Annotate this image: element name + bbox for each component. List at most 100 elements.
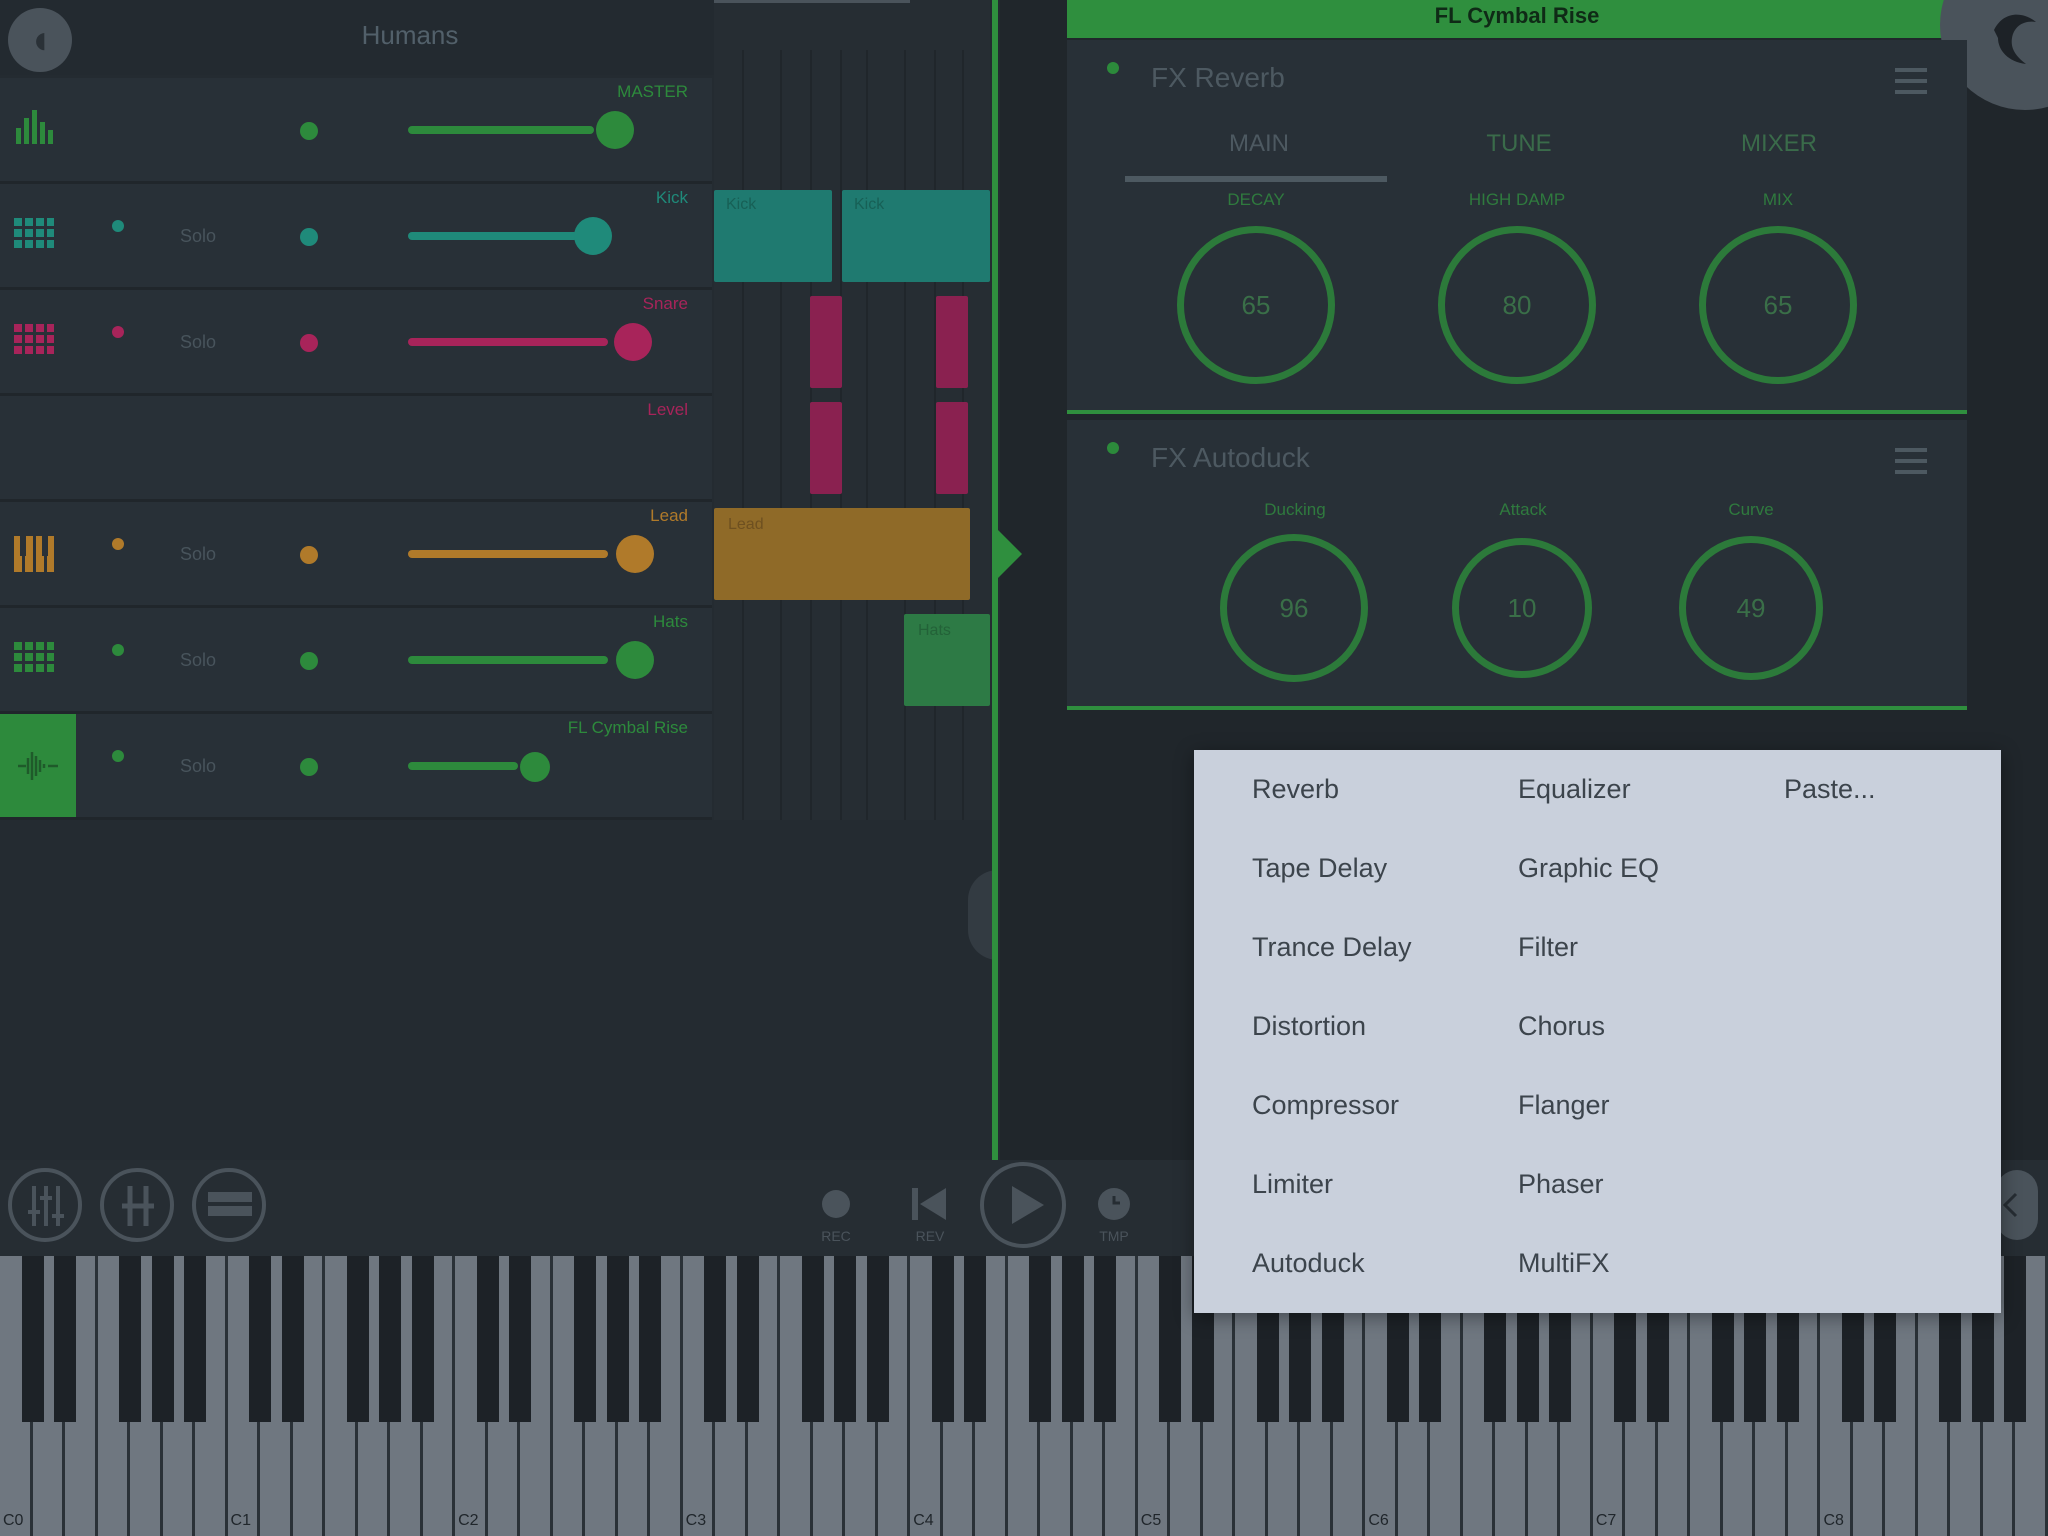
fx-reverb-panel[interactable]: FX Reverb MAIN TUNE MIXER DECAY 65 HIGH … — [1067, 40, 1967, 414]
black-key[interactable] — [346, 1256, 369, 1422]
play-button[interactable] — [980, 1162, 1066, 1248]
rewind-icon[interactable] — [912, 1188, 948, 1220]
black-key[interactable] — [964, 1256, 987, 1422]
black-key[interactable] — [1159, 1256, 1182, 1422]
menu-item-trance-delay[interactable]: Trance Delay — [1252, 932, 1412, 963]
mute-led[interactable] — [112, 538, 124, 550]
menu-item-equalizer[interactable]: Equalizer — [1518, 774, 1631, 805]
knob-high-damp[interactable]: 80 — [1438, 226, 1596, 384]
pan-knob[interactable] — [300, 758, 318, 776]
black-key[interactable] — [639, 1256, 662, 1422]
black-key[interactable] — [1029, 1256, 1052, 1422]
track-row-hats[interactable]: Hats Solo — [0, 608, 712, 714]
menu-item-graphic-eq[interactable]: Graphic EQ — [1518, 853, 1659, 884]
black-key[interactable] — [379, 1256, 402, 1422]
playhead-marker-icon[interactable] — [998, 530, 1022, 578]
channel-rack-button[interactable] — [100, 1168, 174, 1242]
black-key[interactable] — [184, 1256, 207, 1422]
black-key[interactable] — [801, 1256, 824, 1422]
add-effect-menu[interactable]: Reverb Tape Delay Trance Delay Distortio… — [1194, 750, 2001, 1313]
menu-item-compressor[interactable]: Compressor — [1252, 1090, 1399, 1121]
menu-item-limiter[interactable]: Limiter — [1252, 1169, 1333, 1200]
volume-slider[interactable] — [408, 126, 594, 134]
pan-knob[interactable] — [300, 122, 318, 140]
clip-level[interactable] — [810, 402, 842, 494]
black-key[interactable] — [866, 1256, 889, 1422]
knob-attack[interactable]: 10 — [1452, 538, 1592, 678]
volume-handle[interactable] — [616, 641, 654, 679]
track-row-level[interactable]: Level — [0, 396, 712, 502]
playlist-button[interactable] — [192, 1168, 266, 1242]
track-row-master[interactable]: MASTER — [0, 78, 712, 184]
black-key[interactable] — [151, 1256, 174, 1422]
fx-menu-icon[interactable] — [1895, 68, 1927, 94]
pan-knob[interactable] — [300, 546, 318, 564]
black-key[interactable] — [1094, 1256, 1117, 1422]
mute-led[interactable] — [112, 326, 124, 338]
track-row-fl-cymbal-rise[interactable]: FL Cymbal Rise Solo — [0, 714, 712, 820]
black-key[interactable] — [704, 1256, 727, 1422]
menu-item-chorus[interactable]: Chorus — [1518, 1011, 1605, 1042]
knob-curve[interactable]: 49 — [1679, 536, 1823, 680]
solo-button[interactable]: Solo — [180, 332, 216, 353]
track-row-lead[interactable]: Lead Solo — [0, 502, 712, 608]
black-key[interactable] — [606, 1256, 629, 1422]
menu-item-tape-delay[interactable]: Tape Delay — [1252, 853, 1387, 884]
solo-button[interactable]: Solo — [180, 544, 216, 565]
track-row-kick[interactable]: Kick Solo — [0, 184, 712, 290]
menu-item-autoduck[interactable]: Autoduck — [1252, 1248, 1365, 1279]
mixer-button[interactable] — [8, 1168, 82, 1242]
solo-button[interactable]: Solo — [180, 756, 216, 777]
menu-item-filter[interactable]: Filter — [1518, 932, 1578, 963]
black-key[interactable] — [54, 1256, 77, 1422]
mute-led[interactable] — [112, 750, 124, 762]
volume-slider[interactable] — [408, 762, 518, 770]
clip-hats[interactable]: Hats — [904, 614, 990, 706]
black-key[interactable] — [2004, 1256, 2027, 1422]
mute-led[interactable] — [112, 644, 124, 656]
black-key[interactable] — [281, 1256, 304, 1422]
volume-slider[interactable] — [408, 338, 608, 346]
solo-button[interactable]: Solo — [180, 226, 216, 247]
tab-mixer[interactable]: MIXER — [1649, 130, 1909, 158]
black-key[interactable] — [411, 1256, 434, 1422]
tab-main[interactable]: MAIN — [1129, 130, 1389, 158]
collapse-button[interactable] — [1996, 1170, 2038, 1240]
fx-menu-icon[interactable] — [1895, 448, 1927, 474]
tempo-clock-icon[interactable] — [1098, 1188, 1130, 1220]
clip-snare[interactable] — [810, 296, 842, 388]
knob-decay[interactable]: 65 — [1177, 226, 1335, 384]
black-key[interactable] — [574, 1256, 597, 1422]
volume-handle[interactable] — [614, 323, 652, 361]
pan-knob[interactable] — [300, 334, 318, 352]
menu-item-multifx[interactable]: MultiFX — [1518, 1248, 1610, 1279]
black-key[interactable] — [834, 1256, 857, 1422]
volume-handle[interactable] — [616, 535, 654, 573]
track-row-snare[interactable]: Snare Solo — [0, 290, 712, 396]
solo-button[interactable]: Solo — [180, 650, 216, 671]
clip-snare[interactable] — [936, 296, 968, 388]
pan-knob[interactable] — [300, 228, 318, 246]
volume-slider[interactable] — [408, 550, 608, 558]
volume-handle[interactable] — [574, 217, 612, 255]
app-logo-icon[interactable]: ◖ — [8, 8, 72, 72]
knob-mix[interactable]: 65 — [1699, 226, 1857, 384]
menu-item-flanger[interactable]: Flanger — [1518, 1090, 1610, 1121]
fx-enable-led[interactable] — [1107, 442, 1119, 454]
scroll-indicator[interactable] — [714, 0, 910, 3]
black-key[interactable] — [1061, 1256, 1084, 1422]
black-key[interactable] — [249, 1256, 272, 1422]
black-key[interactable] — [21, 1256, 44, 1422]
menu-item-phaser[interactable]: Phaser — [1518, 1169, 1604, 1200]
mute-led[interactable] — [112, 220, 124, 232]
volume-handle[interactable] — [520, 752, 550, 782]
menu-item-paste[interactable]: Paste... — [1784, 774, 1876, 805]
knob-ducking[interactable]: 96 — [1220, 534, 1368, 682]
tab-tune[interactable]: TUNE — [1389, 130, 1649, 158]
record-icon[interactable] — [822, 1190, 850, 1218]
clip-lead[interactable]: Lead — [714, 508, 970, 600]
pan-knob[interactable] — [300, 652, 318, 670]
volume-slider[interactable] — [408, 232, 578, 240]
playlist-area[interactable]: Kick Kick Lead Hats — [714, 0, 990, 820]
black-key[interactable] — [736, 1256, 759, 1422]
